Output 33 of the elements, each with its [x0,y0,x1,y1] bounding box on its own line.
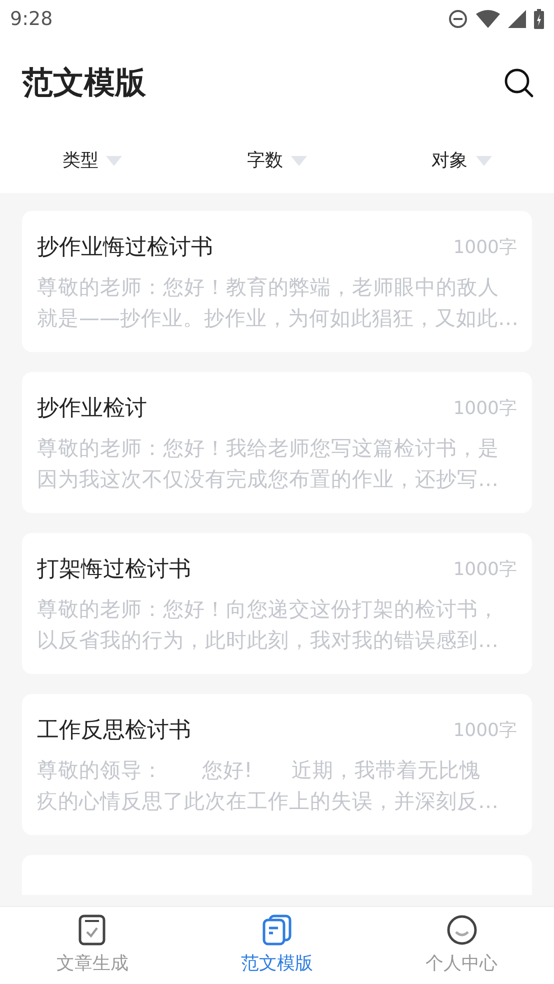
article-card[interactable]: 抄作业检讨 1000字 尊敬的老师：您好！我给老师您写这篇检讨书，是 因为我这次不仅没有完成您布置的作业，还抄写… [22,372,532,513]
checklist-icon [78,914,106,946]
documents-icon [260,914,293,946]
filter-dropdown[interactable]: 字数 [238,147,315,174]
smiley-icon [446,914,478,946]
signal-icon [508,10,526,28]
article-excerpt: 尊敬的老师：您好！向您递交这份打架的检讨书， 以反省我的行为，此时此刻，我对我的错误感到… [37,596,500,654]
word-count: 1000字 [453,719,517,743]
article-title: 抄作业悔过检讨书 [37,234,213,262]
word-count: 1000字 [453,558,517,582]
status-time: 9:28 [10,6,53,32]
article-title: 工作反思检讨书 [37,717,191,745]
filter-dropdown[interactable]: 对象 [424,147,500,174]
article-excerpt: 尊敬的老师：您好！我给老师您写这篇检讨书，是 因为我这次不仅没有完成您布置的作业，还抄写… [37,435,500,493]
article-card[interactable]: 抄作业悔过检讨书 1000字 尊敬的老师：您好！教育的弊端，老师眼中的敌人 就是——抄作业。抄作业，为何如此猖狂，又如此… [22,211,532,352]
caret-icon [476,156,492,166]
word-count: 1000字 [453,397,517,421]
article-card[interactable]: 工作反思检讨书 1000字 尊敬的领导： 您好! 近期，我带着无比愧 疚的心情反思了此次在工作上的失误，并深刻反… [22,694,532,835]
do-not-disturb-icon [448,9,468,29]
page-title: 范文模版 [22,64,146,103]
caret-icon [106,156,122,166]
word-count: 1000字 [453,236,517,260]
article-excerpt: 尊敬的领导： 您好! 近期，我带着无比愧 疚的心情反思了此次在工作上的失误，并深刻反… [37,757,500,815]
search-icon[interactable] [504,68,534,98]
article-card[interactable]: 打架悔过检讨书 1000字 尊敬的老师：您好！向您递交这份打架的检讨书， 以反省我的行为，此时此刻，我对我的错误感到… [22,533,532,674]
battery-icon [534,9,544,29]
article-title: 抄作业检讨 [37,395,147,423]
nav-tab[interactable]: 范文模版 [232,914,321,977]
article-title: 打架悔过检讨书 [37,556,191,584]
wifi-icon [476,10,500,28]
article-excerpt: 尊敬的老师：您好！教育的弊端，老师眼中的敌人 就是——抄作业。抄作业，为何如此猖狂，又如此… [37,274,517,332]
filter-dropdown[interactable]: 类型 [54,147,130,174]
caret-icon [290,156,307,166]
